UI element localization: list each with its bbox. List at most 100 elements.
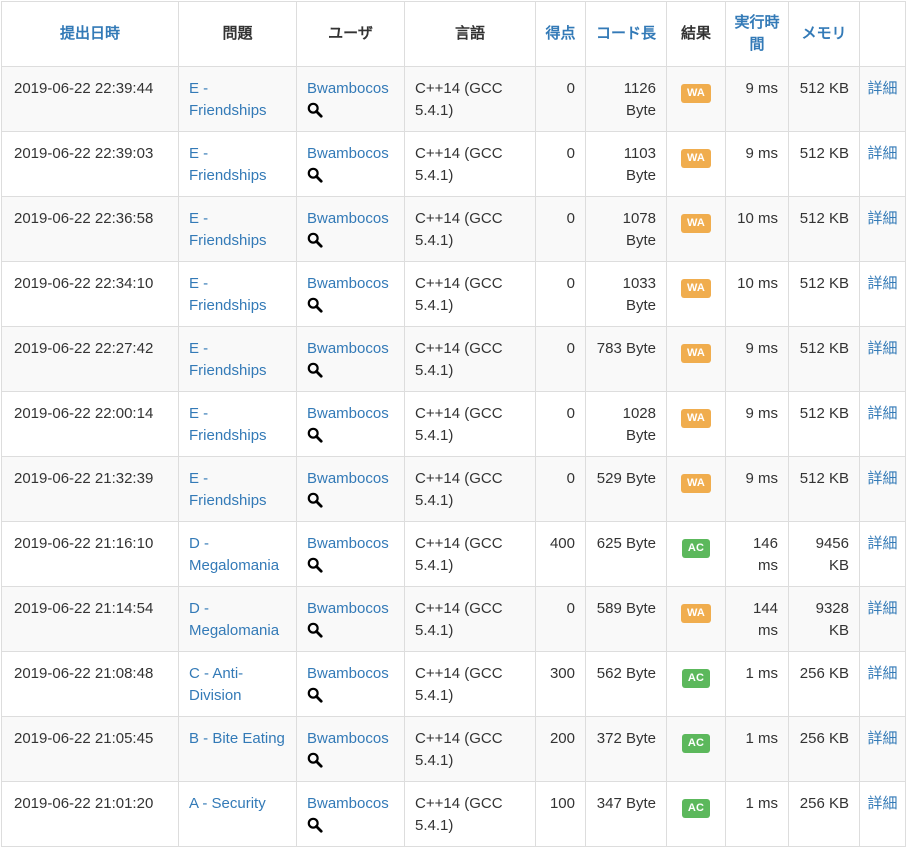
memory: 9328 KB xyxy=(788,586,860,652)
user-link[interactable]: Bwambocos xyxy=(307,663,394,685)
user-link[interactable]: Bwambocos xyxy=(307,728,394,750)
detail-link[interactable]: 詳細 xyxy=(867,210,897,227)
submission-time: 2019-06-22 21:05:45 xyxy=(1,716,179,782)
submission-time: 2019-06-22 22:00:14 xyxy=(1,391,179,457)
result-badge: WA xyxy=(680,344,712,363)
problem-link[interactable]: E - Friendships xyxy=(189,210,267,249)
detail-cell: 詳細 xyxy=(859,586,906,652)
problem-cell: B - Bite Eating xyxy=(178,716,297,782)
magnifier-icon[interactable] xyxy=(307,687,323,710)
detail-link[interactable]: 詳細 xyxy=(867,665,897,682)
header-code-length[interactable]: コード長 xyxy=(585,1,667,67)
code-length: 1028 Byte xyxy=(585,391,667,457)
table-row: 2019-06-22 22:39:44 E - Friendships Bwambo… xyxy=(1,66,906,132)
table-header-row: 提出日時 問題 ユーザ 言語 得点 コード長 結果 実行時間 メモリ xyxy=(1,1,906,67)
language: C++14 (GCC 5.4.1) xyxy=(404,521,536,587)
table-row: 2019-06-22 21:16:10 D - Megalomania Bwambo… xyxy=(1,521,906,587)
result-badge: AC xyxy=(681,799,711,818)
problem-link[interactable]: D - Megalomania xyxy=(189,535,279,574)
detail-link[interactable]: 詳細 xyxy=(867,795,897,812)
user-link[interactable]: Bwambocos xyxy=(307,143,394,165)
user-cell: Bwambocos xyxy=(296,326,405,392)
memory: 512 KB xyxy=(788,391,860,457)
detail-cell: 詳細 xyxy=(859,781,906,847)
magnifier-icon[interactable] xyxy=(307,167,323,190)
user-cell: Bwambocos xyxy=(296,586,405,652)
problem-cell: A - Security xyxy=(178,781,297,847)
exec-time: 1 ms xyxy=(725,651,789,717)
exec-time: 146 ms xyxy=(725,521,789,587)
result-cell: WA xyxy=(666,326,726,392)
problem-cell: E - Friendships xyxy=(178,391,297,457)
user-link[interactable]: Bwambocos xyxy=(307,468,394,490)
user-link[interactable]: Bwambocos xyxy=(307,208,394,230)
result-cell: AC xyxy=(666,781,726,847)
problem-link[interactable]: E - Friendships xyxy=(189,275,267,314)
problem-link[interactable]: C - Anti-Division xyxy=(189,665,243,704)
problem-link[interactable]: D - Megalomania xyxy=(189,600,279,639)
code-length: 1078 Byte xyxy=(585,196,667,262)
magnifier-icon[interactable] xyxy=(307,102,323,125)
detail-link[interactable]: 詳細 xyxy=(867,80,897,97)
problem-link[interactable]: E - Friendships xyxy=(189,340,267,379)
code-length: 783 Byte xyxy=(585,326,667,392)
exec-time: 144 ms xyxy=(725,586,789,652)
problem-link[interactable]: E - Friendships xyxy=(189,405,267,444)
magnifier-icon[interactable] xyxy=(307,492,323,515)
header-submission-time[interactable]: 提出日時 xyxy=(1,1,179,67)
memory: 512 KB xyxy=(788,326,860,392)
user-cell: Bwambocos xyxy=(296,716,405,782)
result-cell: AC xyxy=(666,521,726,587)
user-link[interactable]: Bwambocos xyxy=(307,338,394,360)
detail-link[interactable]: 詳細 xyxy=(867,470,897,487)
submission-time: 2019-06-22 21:01:20 xyxy=(1,781,179,847)
magnifier-icon[interactable] xyxy=(307,557,323,580)
user-link[interactable]: Bwambocos xyxy=(307,533,394,555)
result-cell: WA xyxy=(666,586,726,652)
header-memory[interactable]: メモリ xyxy=(788,1,860,67)
user-link[interactable]: Bwambocos xyxy=(307,78,394,100)
table-row: 2019-06-22 22:27:42 E - Friendships Bwambo… xyxy=(1,326,906,392)
language: C++14 (GCC 5.4.1) xyxy=(404,456,536,522)
magnifier-icon[interactable] xyxy=(307,297,323,320)
problem-link[interactable]: E - Friendships xyxy=(189,470,267,509)
user-link[interactable]: Bwambocos xyxy=(307,273,394,295)
user-link[interactable]: Bwambocos xyxy=(307,598,394,620)
magnifier-icon[interactable] xyxy=(307,622,323,645)
magnifier-icon[interactable] xyxy=(307,362,323,385)
problem-cell: E - Friendships xyxy=(178,131,297,197)
header-detail xyxy=(859,1,906,67)
problem-link[interactable]: B - Bite Eating xyxy=(189,730,285,747)
exec-time: 1 ms xyxy=(725,716,789,782)
user-link[interactable]: Bwambocos xyxy=(307,793,394,815)
detail-cell: 詳細 xyxy=(859,391,906,457)
magnifier-icon[interactable] xyxy=(307,427,323,450)
detail-link[interactable]: 詳細 xyxy=(867,405,897,422)
user-cell: Bwambocos xyxy=(296,66,405,132)
detail-link[interactable]: 詳細 xyxy=(867,730,897,747)
header-score[interactable]: 得点 xyxy=(535,1,586,67)
detail-link[interactable]: 詳細 xyxy=(867,275,897,292)
detail-link[interactable]: 詳細 xyxy=(867,600,897,617)
magnifier-icon[interactable] xyxy=(307,232,323,255)
memory: 256 KB xyxy=(788,716,860,782)
problem-link[interactable]: A - Security xyxy=(189,795,266,812)
language: C++14 (GCC 5.4.1) xyxy=(404,716,536,782)
magnifier-icon[interactable] xyxy=(307,817,323,840)
magnifier-icon[interactable] xyxy=(307,752,323,775)
result-badge: WA xyxy=(680,84,712,103)
header-exec-time[interactable]: 実行時間 xyxy=(725,1,789,67)
problem-link[interactable]: E - Friendships xyxy=(189,80,267,119)
result-badge: AC xyxy=(681,734,711,753)
exec-time: 9 ms xyxy=(725,66,789,132)
memory: 9456 KB xyxy=(788,521,860,587)
problem-link[interactable]: E - Friendships xyxy=(189,145,267,184)
detail-link[interactable]: 詳細 xyxy=(867,145,897,162)
detail-link[interactable]: 詳細 xyxy=(867,340,897,357)
result-cell: WA xyxy=(666,196,726,262)
user-link[interactable]: Bwambocos xyxy=(307,403,394,425)
result-badge: WA xyxy=(680,474,712,493)
detail-link[interactable]: 詳細 xyxy=(867,535,897,552)
language: C++14 (GCC 5.4.1) xyxy=(404,66,536,132)
result-badge: AC xyxy=(681,669,711,688)
